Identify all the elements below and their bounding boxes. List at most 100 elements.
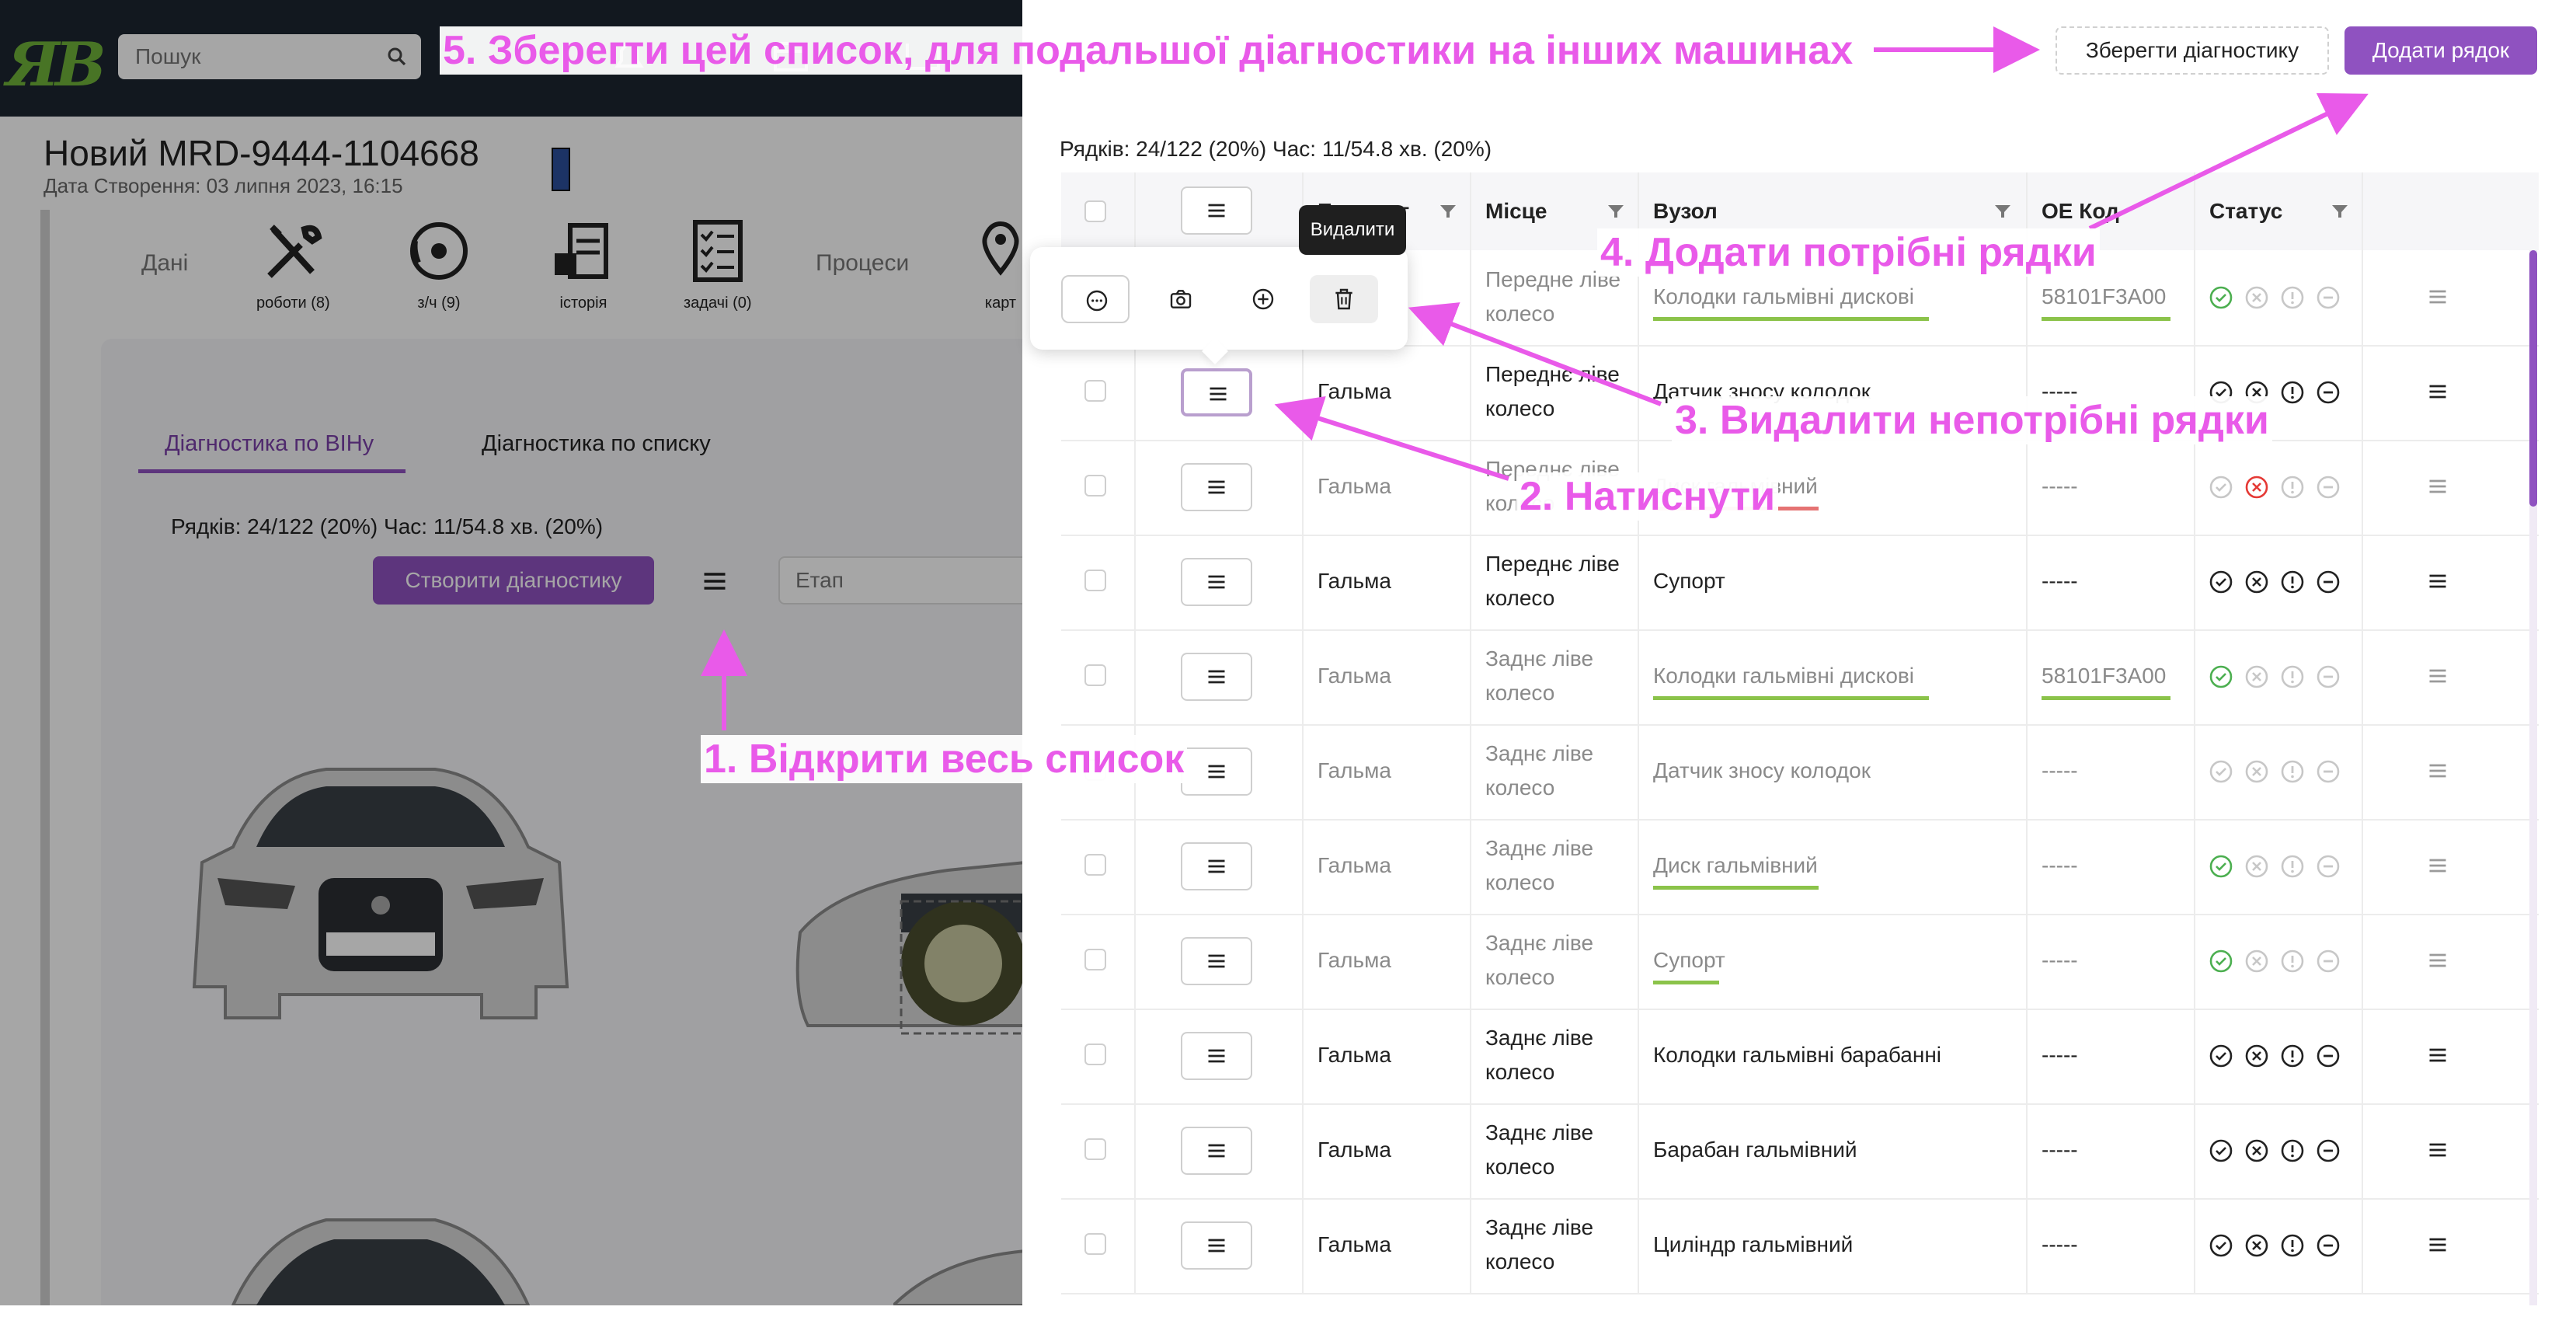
element-cell: Гальма: [1304, 535, 1471, 629]
table-row[interactable]: Гальма Заднє ліве колесо Датчик зносу коло…: [1061, 724, 2539, 821]
row-actions-button[interactable]: [1181, 937, 1252, 985]
row-menu-icon[interactable]: [2427, 1139, 2449, 1165]
table-row[interactable]: Гальма Заднє ліве колесо Барабан гальмівни…: [1061, 1103, 2539, 1200]
unit-text[interactable]: Барабан гальмівний: [1653, 1133, 1857, 1167]
status-icons[interactable]: [2209, 760, 2349, 787]
row-actions-button[interactable]: [1181, 368, 1252, 416]
place-cell: Заднє ліве колесо: [1471, 819, 1639, 914]
actions-cell: [1136, 535, 1304, 629]
status-icons[interactable]: [2209, 855, 2349, 882]
search-box[interactable]: [118, 34, 421, 79]
tab-tasks[interactable]: задачі (0): [684, 218, 752, 312]
status-icons[interactable]: [2209, 665, 2349, 692]
row-checkbox[interactable]: [1084, 664, 1106, 686]
hamburger-icon: [1208, 480, 1225, 494]
table-row[interactable]: Гальма Заднє ліве колесо Супорт -----: [1061, 914, 2539, 1010]
table-row[interactable]: Гальма Переднє ліве колесо Супорт -----: [1061, 535, 2539, 631]
tab-works[interactable]: роботи (8): [256, 218, 330, 312]
status-icons[interactable]: [2209, 476, 2349, 503]
row-menu-icon[interactable]: [2427, 855, 2449, 880]
table-row[interactable]: Гальма Заднє ліве колесо Диск гальмівний --…: [1061, 819, 2539, 915]
row-actions-button[interactable]: [1181, 1221, 1252, 1270]
row-checkbox[interactable]: [1084, 570, 1106, 591]
unit-text[interactable]: Супорт: [1653, 943, 1725, 977]
add-subrow-button[interactable]: [1229, 275, 1297, 323]
status-icons[interactable]: [2209, 1139, 2349, 1166]
unit-cell: Циліндр гальмівний: [1639, 1198, 2028, 1293]
row-checkbox[interactable]: [1084, 1138, 1106, 1160]
tab-processes[interactable]: Процеси: [816, 250, 909, 277]
hamburger-icon: [1208, 859, 1225, 873]
unit-text[interactable]: Циліндр гальмівний: [1653, 1228, 1853, 1262]
unit-text[interactable]: Колодки гальмівні дискові: [1653, 659, 1914, 693]
filter-icon[interactable]: [1439, 202, 1457, 221]
comment-button[interactable]: [1061, 275, 1130, 323]
unit-cell: Диск гальмівний: [1639, 819, 2028, 914]
unit-text[interactable]: Супорт: [1653, 564, 1725, 598]
tab-map[interactable]: карт: [977, 218, 1022, 312]
row-checkbox[interactable]: [1084, 475, 1106, 497]
unit-text[interactable]: Колодки гальмівні барабанні: [1653, 1038, 1941, 1072]
header-menu-button[interactable]: [1181, 186, 1252, 235]
row-menu-icon[interactable]: [2427, 476, 2449, 501]
select-cell: [1061, 440, 1136, 535]
create-diagnostics-button[interactable]: Створити діагностику: [373, 556, 654, 605]
row-actions-button[interactable]: [1181, 653, 1252, 701]
photo-button[interactable]: [1147, 275, 1215, 323]
table-row[interactable]: Гальма Заднє ліве колесо Колодки гальмівні…: [1061, 629, 2539, 726]
row-menu-icon[interactable]: [2427, 381, 2449, 406]
hamburger-icon: [1208, 954, 1225, 968]
row-menu-icon[interactable]: [2427, 949, 2449, 975]
tab-data[interactable]: Дані: [141, 250, 188, 277]
table-row[interactable]: Гальма Заднє ліве колесо Колодки гальмівні…: [1061, 1009, 2539, 1105]
row-actions-button[interactable]: [1181, 842, 1252, 890]
tab-history[interactable]: історія: [550, 218, 617, 312]
select-all-checkbox[interactable]: [1084, 200, 1106, 222]
search-input[interactable]: [134, 34, 370, 79]
status-icons[interactable]: [2209, 1044, 2349, 1071]
filter-icon[interactable]: [1993, 202, 2012, 221]
filter-icon[interactable]: [1607, 202, 1625, 221]
status-cell: [2195, 819, 2363, 914]
status-icons[interactable]: [2209, 570, 2349, 598]
unit-text[interactable]: Датчик зносу колодок: [1653, 754, 1871, 788]
row-menu-icon[interactable]: [2427, 665, 2449, 691]
row-actions-button[interactable]: [1181, 747, 1252, 796]
unit-cell: Супорт: [1639, 535, 2028, 629]
row-checkbox[interactable]: [1084, 949, 1106, 970]
tab-parts[interactable]: з/ч (9): [406, 218, 472, 312]
row-menu-icon[interactable]: [2427, 286, 2449, 312]
table-row[interactable]: Гальма Заднє ліве колесо Циліндр гальмівни…: [1061, 1198, 2539, 1294]
status-icons[interactable]: [2209, 286, 2349, 313]
row-checkbox[interactable]: [1084, 1044, 1106, 1065]
status-icons[interactable]: [2209, 949, 2349, 977]
delete-row-button[interactable]: [1310, 275, 1378, 323]
row-menu-icon[interactable]: [2427, 760, 2449, 786]
add-row-button[interactable]: Додати рядок: [2345, 26, 2537, 75]
row-checkbox[interactable]: [1084, 854, 1106, 876]
open-list-menu-icon[interactable]: [701, 567, 729, 595]
tab-diagnostics-by-vin[interactable]: Діагностика по ВІНу: [165, 431, 374, 457]
annotation-step4: 4. Додати потрібні рядки: [1597, 228, 2100, 277]
row-checkbox[interactable]: [1084, 1233, 1106, 1255]
unit-text[interactable]: Колодки гальмівні дискові: [1653, 280, 1914, 314]
row-actions-button[interactable]: [1181, 1032, 1252, 1080]
scrollbar-thumb[interactable]: [2529, 250, 2537, 507]
stage-input[interactable]: [778, 556, 1022, 605]
tab-diagnostics-by-list[interactable]: Діагностика по списку: [482, 431, 711, 457]
row-checkbox[interactable]: [1084, 380, 1106, 402]
unit-text[interactable]: Диск гальмівний: [1653, 848, 1818, 883]
row-menu-icon[interactable]: [2427, 570, 2449, 596]
search-icon[interactable]: [385, 45, 409, 68]
row-actions-button[interactable]: [1181, 1127, 1252, 1175]
status-icons[interactable]: [2209, 1234, 2349, 1261]
row-menu-icon[interactable]: [2427, 1234, 2449, 1260]
row-actions-button[interactable]: [1181, 463, 1252, 511]
row-actions-button[interactable]: [1181, 558, 1252, 606]
filter-icon[interactable]: [2331, 202, 2349, 221]
app-logo[interactable]: ЯВ: [6, 30, 106, 100]
row-menu-icon[interactable]: [2427, 1044, 2449, 1070]
table-row[interactable]: ГальмаПереднє ліве колесоДиск гальмівний…: [1061, 440, 2539, 536]
save-diagnostics-button[interactable]: Зберегти діагностику: [2056, 26, 2329, 75]
element-cell: Гальма: [1304, 914, 1471, 1009]
